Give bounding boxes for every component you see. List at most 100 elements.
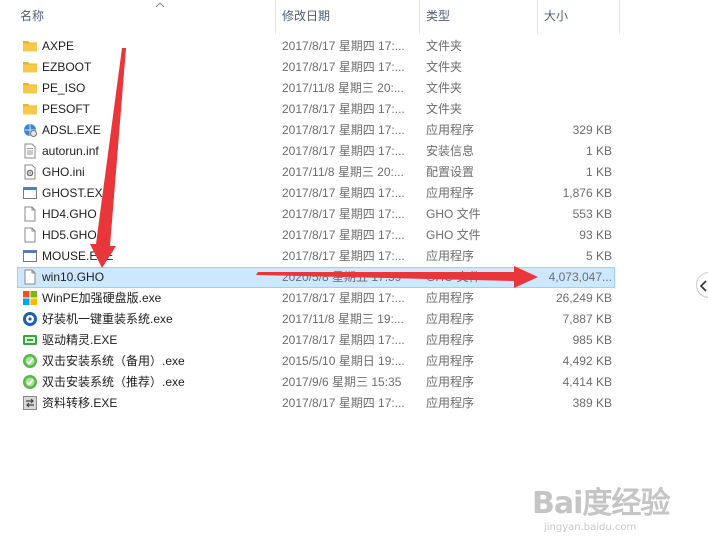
file-explorer: 名称 修改日期 类型 大小 AXPE 2017/8/17 星期四 17:... 文件… [0, 0, 708, 544]
file-row[interactable]: 双击安装系统（推荐）.exe 2017/9/6 星期三 15:35 应用程序 4,41… [0, 372, 708, 393]
file-size [540, 78, 612, 99]
file-modified-date: 2017/8/17 星期四 17:... [282, 186, 405, 200]
file-size: 7,887 KB [562, 312, 612, 326]
file-modified-date: 2017/11/8 星期三 20:... [282, 81, 404, 95]
folder-icon [22, 80, 38, 96]
file-size: 1 KB [585, 165, 612, 179]
file-modified-date: 2017/8/17 星期四 17:... [282, 333, 405, 347]
file-size [540, 36, 612, 57]
file-size: 4,073,047... [548, 270, 612, 284]
install-system-icon [22, 374, 38, 390]
file-name: ADSL.EXE [42, 123, 101, 137]
file-size: 553 KB [572, 207, 612, 221]
file-name: 资料转移.EXE [42, 396, 118, 410]
file-name: autorun.inf [42, 144, 99, 158]
column-header-name[interactable]: 名称 [14, 0, 276, 34]
file-size: 389 KB [572, 396, 612, 410]
file-type: 文件夹 [426, 81, 463, 95]
watermark-brand: Bai度经验 [532, 486, 670, 521]
file-row[interactable]: 双击安装系统（备用）.exe 2015/5/10 星期日 19:... 应用程序 4,… [0, 351, 708, 372]
file-size: 1,876 KB [562, 186, 612, 200]
column-header-type[interactable]: 类型 [420, 0, 538, 34]
app-window-icon [22, 185, 38, 201]
file-type: 安装信息 [426, 144, 475, 158]
file-row[interactable]: AXPE 2017/8/17 星期四 17:... 文件夹 [0, 36, 708, 57]
file-modified-date: 2017/8/17 星期四 17:... [282, 207, 405, 221]
file-type: 应用程序 [426, 249, 475, 263]
file-row[interactable]: WinPE加强硬盘版.exe 2017/8/17 星期四 17:... 应用程序 26… [0, 288, 708, 309]
file-type: 应用程序 [426, 186, 475, 200]
file-modified-date: 2017/9/6 星期三 15:35 [282, 375, 402, 389]
column-header-size[interactable]: 大小 [538, 0, 620, 34]
file-row[interactable]: 好装机一键重装系统.exe 2017/11/8 星期三 19:... 应用程序 7,8… [0, 309, 708, 330]
file-type: GHO 文件 [426, 228, 481, 242]
file-size [540, 99, 612, 120]
file-name: HD4.GHO [42, 207, 97, 221]
file-type: 应用程序 [426, 123, 475, 137]
file-size: 5 KB [585, 249, 612, 263]
file-type: 配置设置 [426, 165, 475, 179]
file-modified-date: 2017/8/17 星期四 17:... [282, 228, 405, 242]
driver-app-icon [22, 332, 38, 348]
file-modified-date: 2017/8/17 星期四 17:... [282, 396, 405, 410]
file-row[interactable]: EZBOOT 2017/8/17 星期四 17:... 文件夹 [0, 57, 708, 78]
blank-file-icon [22, 227, 38, 243]
blank-file-icon [22, 206, 38, 222]
file-type: 文件夹 [426, 60, 463, 74]
file-name: 双击安装系统（推荐）.exe [42, 375, 185, 389]
file-name: WinPE加强硬盘版.exe [42, 291, 162, 305]
file-row[interactable]: win10.GHO 2020/5/8 星期五 17:59 GHO 文件 4,073,0… [0, 267, 708, 288]
file-modified-date: 2017/8/17 星期四 17:... [282, 123, 405, 137]
file-name: 好装机一键重装系统.exe [42, 312, 173, 326]
chevron-left-icon [700, 280, 707, 292]
column-header-bar: 名称 修改日期 类型 大小 [0, 0, 708, 34]
column-header-size-label: 大小 [544, 9, 569, 23]
file-size: 985 KB [572, 333, 612, 347]
file-row[interactable]: GHO.ini 2017/11/8 星期三 20:... 配置设置 1 KB [0, 162, 708, 183]
file-row[interactable]: ADSL.EXE 2017/8/17 星期四 17:... 应用程序 329 KB [0, 120, 708, 141]
file-name: win10.GHO [42, 270, 105, 284]
column-header-type-label: 类型 [426, 9, 451, 23]
file-size: 329 KB [572, 123, 612, 137]
config-file-icon [22, 164, 38, 180]
file-row[interactable]: PESOFT 2017/8/17 星期四 17:... 文件夹 [0, 99, 708, 120]
file-type: 应用程序 [426, 375, 475, 389]
file-row[interactable]: autorun.inf 2017/8/17 星期四 17:... 安装信息 1 KB [0, 141, 708, 162]
file-row[interactable]: GHOST.EXE 2017/8/17 星期四 17:... 应用程序 1,876 K… [0, 183, 708, 204]
sort-ascending-icon [155, 2, 165, 8]
file-name: MOUSE.EXE [42, 249, 114, 263]
file-type: GHO 文件 [426, 270, 481, 284]
file-row[interactable]: PE_ISO 2017/11/8 星期三 20:... 文件夹 [0, 78, 708, 99]
file-row[interactable]: HD4.GHO 2017/8/17 星期四 17:... GHO 文件 553 KB [0, 204, 708, 225]
blank-file-icon [22, 269, 38, 285]
file-modified-date: 2015/5/10 星期日 19:... [282, 354, 405, 368]
file-name: 驱动精灵.EXE [42, 333, 118, 347]
folder-icon [22, 38, 38, 54]
app-window-icon [22, 248, 38, 264]
file-type: 文件夹 [426, 102, 463, 116]
file-row[interactable]: MOUSE.EXE 2017/8/17 星期四 17:... 应用程序 5 KB [0, 246, 708, 267]
install-system-icon [22, 353, 38, 369]
winpe-app-icon [22, 290, 38, 306]
file-size: 4,492 KB [562, 354, 612, 368]
file-row[interactable]: 资料转移.EXE 2017/8/17 星期四 17:... 应用程序 389 KB [0, 393, 708, 414]
file-name: GHOST.EXE [42, 186, 111, 200]
folder-icon [22, 101, 38, 117]
file-row[interactable]: HD5.GHO 2017/8/17 星期四 17:... GHO 文件 93 KB [0, 225, 708, 246]
file-name: GHO.ini [42, 165, 85, 179]
file-type: 应用程序 [426, 312, 475, 326]
column-header-date[interactable]: 修改日期 [276, 0, 420, 34]
file-modified-date: 2017/8/17 星期四 17:... [282, 144, 405, 158]
baidu-jingyan-watermark: Bai度经验 jingyan.baidu.com [532, 478, 702, 538]
file-type: 应用程序 [426, 396, 475, 410]
file-modified-date: 2017/11/8 星期三 20:... [282, 165, 404, 179]
file-type: 应用程序 [426, 333, 475, 347]
file-modified-date: 2017/8/17 星期四 17:... [282, 291, 405, 305]
transfer-app-icon [22, 395, 38, 411]
network-app-icon [22, 122, 38, 138]
file-type: 应用程序 [426, 354, 475, 368]
file-type: 应用程序 [426, 291, 475, 305]
file-type: 文件夹 [426, 39, 463, 53]
file-row[interactable]: 驱动精灵.EXE 2017/8/17 星期四 17:... 应用程序 985 KB [0, 330, 708, 351]
file-size: 1 KB [585, 144, 612, 158]
